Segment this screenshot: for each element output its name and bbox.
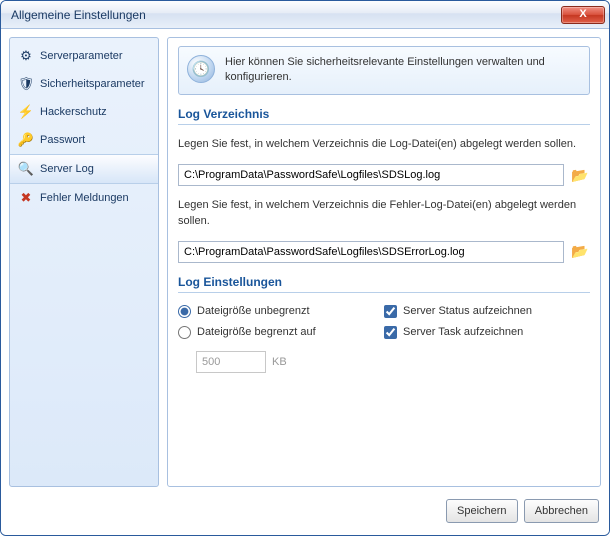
section-title-log-verzeichnis: Log Verzeichnis xyxy=(178,107,590,125)
browse-log-path-button[interactable]: 📂 xyxy=(570,165,590,185)
radio-row-limited: Dateigröße begrenzt auf xyxy=(178,326,384,339)
error-log-path-input[interactable] xyxy=(178,241,564,263)
check-row-task: Server Task aufzeichnen xyxy=(384,326,590,339)
sidebar-item-label: Sicherheitsparameter xyxy=(40,78,145,90)
server-status-checkbox[interactable] xyxy=(384,305,397,318)
shield-icon: 🛡 xyxy=(18,76,34,92)
filesize-limited-radio[interactable] xyxy=(178,326,191,339)
close-icon[interactable]: X xyxy=(561,6,605,24)
browse-error-log-path-button[interactable]: 📂 xyxy=(570,242,590,262)
info-box: 🕓 Hier können Sie sicherheitsrelevante E… xyxy=(178,46,590,95)
log-path-input[interactable] xyxy=(178,164,564,186)
sidebar: ⚙ Serverparameter 🛡 Sicherheitsparameter… xyxy=(9,37,159,487)
sidebar-item-passwort[interactable]: 🔑 Passwort xyxy=(10,126,158,154)
filesize-limit-row: KB xyxy=(196,351,590,373)
sidebar-item-fehler-meldungen[interactable]: ✖ Fehler Meldungen xyxy=(10,184,158,212)
sidebar-item-label: Hackerschutz xyxy=(40,106,107,118)
window-body: ⚙ Serverparameter 🛡 Sicherheitsparameter… xyxy=(1,29,609,495)
info-text: Hier können Sie sicherheitsrelevante Ein… xyxy=(225,55,581,86)
magnifier-icon: 🔍 xyxy=(18,161,34,177)
error-log-path-row: 📂 xyxy=(178,241,590,263)
filesize-unit-label: KB xyxy=(272,356,287,368)
sidebar-item-hackerschutz[interactable]: ⚡ Hackerschutz xyxy=(10,98,158,126)
footer: Speichern Abbrechen xyxy=(1,495,609,535)
sidebar-item-label: Passwort xyxy=(40,134,85,146)
radio-row-unlimited: Dateigröße unbegrenzt xyxy=(178,305,384,318)
filesize-limit-input[interactable] xyxy=(196,351,266,373)
content-panel: 🕓 Hier können Sie sicherheitsrelevante E… xyxy=(167,37,601,487)
filesize-unlimited-radio[interactable] xyxy=(178,305,191,318)
window-title: Allgemeine Einstellungen xyxy=(11,8,561,22)
save-button[interactable]: Speichern xyxy=(446,499,518,523)
sidebar-item-label: Server Log xyxy=(40,163,94,175)
section-title-log-einstellungen: Log Einstellungen xyxy=(178,275,590,293)
clock-icon: 🕓 xyxy=(187,55,215,83)
key-icon: 🔑 xyxy=(18,132,34,148)
sidebar-item-label: Serverparameter xyxy=(40,50,123,62)
sidebar-item-server-log[interactable]: 🔍 Server Log xyxy=(10,154,158,184)
radio-label: Dateigröße unbegrenzt xyxy=(197,305,310,317)
bolt-icon: ⚡ xyxy=(18,104,34,120)
titlebar: Allgemeine Einstellungen X xyxy=(1,1,609,29)
settings-window: Allgemeine Einstellungen X ⚙ Serverparam… xyxy=(0,0,610,536)
radio-label: Dateigröße begrenzt auf xyxy=(197,326,316,338)
sidebar-item-label: Fehler Meldungen xyxy=(40,192,129,204)
checkbox-label: Server Task aufzeichnen xyxy=(403,326,523,338)
log-settings-grid: Dateigröße unbegrenzt Server Status aufz… xyxy=(178,305,590,339)
sidebar-item-sicherheitsparameter[interactable]: 🛡 Sicherheitsparameter xyxy=(10,70,158,98)
checkbox-label: Server Status aufzeichnen xyxy=(403,305,532,317)
log-dir-desc2: Legen Sie fest, in welchem Verzeichnis d… xyxy=(178,198,590,229)
server-task-checkbox[interactable] xyxy=(384,326,397,339)
log-path-row: 📂 xyxy=(178,164,590,186)
sidebar-item-serverparameter[interactable]: ⚙ Serverparameter xyxy=(10,42,158,70)
check-row-status: Server Status aufzeichnen xyxy=(384,305,590,318)
error-icon: ✖ xyxy=(18,190,34,206)
gear-icon: ⚙ xyxy=(18,48,34,64)
cancel-button[interactable]: Abbrechen xyxy=(524,499,599,523)
log-dir-desc1: Legen Sie fest, in welchem Verzeichnis d… xyxy=(178,137,590,152)
